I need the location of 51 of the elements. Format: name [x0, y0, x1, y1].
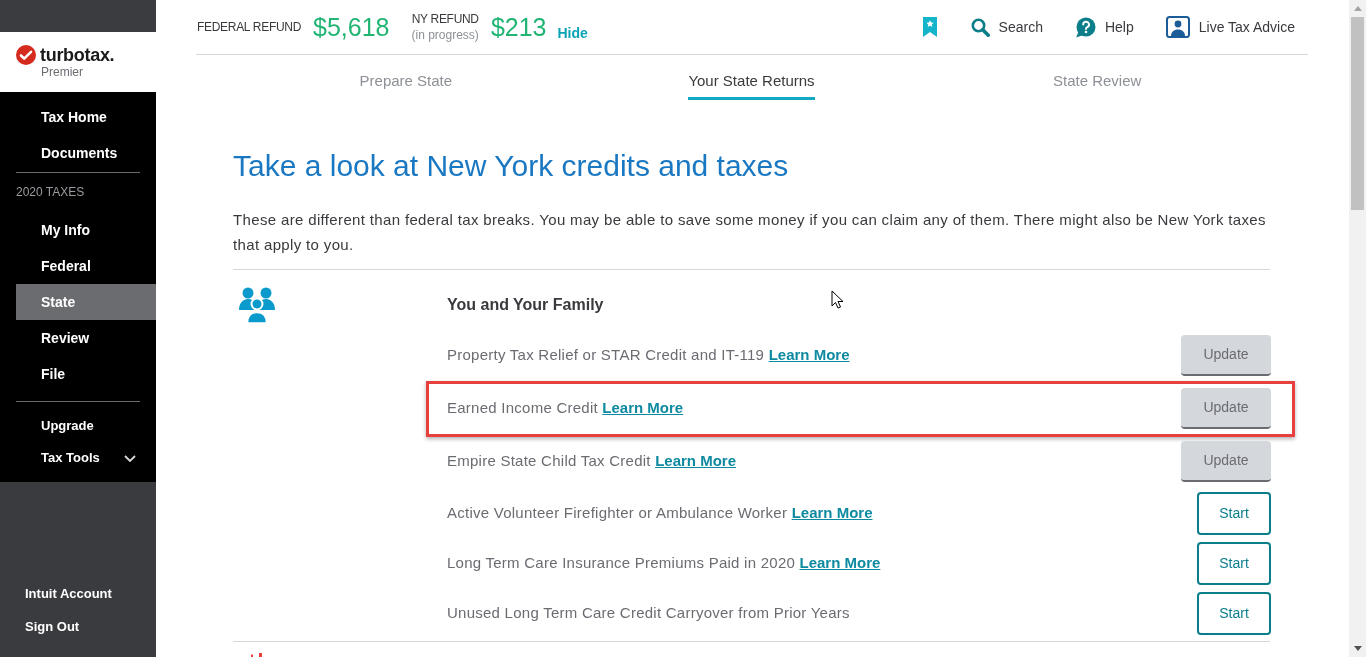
refund-amount: $5,618 — [313, 12, 390, 42]
section-title: You and Your Family — [447, 295, 604, 315]
account-link[interactable]: Sign Out — [25, 615, 80, 639]
learn-more-link[interactable]: Learn More — [799, 553, 881, 571]
learn-more-link[interactable]: Learn More — [602, 399, 684, 417]
mouse-cursor-icon — [831, 290, 844, 309]
scrollbar[interactable] — [1349, 0, 1366, 657]
intro-paragraph: These are different than federal tax breaks. You may be able to save some money if you can claim any of them. There might also be New York taxes that apply to you. — [233, 210, 1267, 255]
section-label: 2020 TAXES — [16, 184, 85, 201]
video-advisor-icon — [1165, 16, 1190, 38]
check-circle-logo-icon — [16, 45, 36, 65]
credit-item-text: Active Volunteer Firefighter or Ambulance Worker Learn More — [447, 502, 873, 523]
start-button[interactable]: Start — [1197, 491, 1271, 535]
edition-label: Premier — [41, 65, 83, 79]
update-button[interactable]: Update — [1181, 441, 1271, 482]
search-icon — [970, 17, 990, 37]
scroll-down-arrow-icon[interactable] — [1353, 646, 1362, 651]
step-tab[interactable]: State Review — [1052, 70, 1142, 100]
update-button[interactable]: Update — [1181, 388, 1271, 429]
learn-more-link[interactable]: Learn More — [791, 503, 873, 521]
credit-item-text: Property Tax Relief or STAR Credit and IT-119 Learn More — [447, 345, 850, 366]
brand-name: turbotax. — [40, 45, 115, 65]
people-group-icon — [238, 286, 276, 324]
bookmark-star-icon[interactable] — [922, 17, 937, 37]
nav-menu-button[interactable]: Tax Tools — [16, 442, 156, 474]
scroll-up-arrow-icon[interactable] — [1353, 6, 1362, 11]
update-button[interactable]: Update — [1181, 335, 1271, 376]
help-icon — [1074, 16, 1096, 38]
refund-label: FEDERAL REFUND — [197, 19, 302, 36]
scrollbar-thumb[interactable] — [1351, 17, 1364, 210]
hide-link[interactable]: Hide — [557, 22, 588, 44]
refund-amount: $213 — [490, 12, 547, 42]
refund-status: (in progress) — [411, 27, 479, 43]
credit-item-text: Empire State Child Tax Credit Learn More — [447, 451, 736, 472]
start-button[interactable]: Start — [1197, 591, 1271, 635]
page-title: Take a look at New York credits and taxes — [233, 148, 789, 184]
start-button[interactable]: Start — [1197, 541, 1271, 585]
credit-item-text: Earned Income Credit Learn More — [447, 398, 684, 419]
credit-item-text: Unused Long Term Care Credit Carryover from Prior Years — [447, 602, 850, 623]
step-tab[interactable]: Prepare State — [359, 70, 453, 100]
header-tool-link[interactable]: Live Tax Advice — [1165, 16, 1295, 38]
account-link[interactable]: Intuit Account — [25, 582, 112, 606]
nav-item[interactable]: State — [16, 284, 156, 320]
header-tool-link[interactable]: Search — [970, 16, 1043, 38]
refund-label: NY REFUND — [411, 11, 479, 27]
step-tab[interactable]: Your State Returns — [688, 70, 815, 100]
learn-more-link[interactable]: Learn More — [768, 346, 850, 364]
credit-item-text: Long Term Care Insurance Premiums Paid in 2020 Learn More — [447, 552, 881, 573]
nav-item[interactable]: Upgrade — [16, 410, 156, 442]
header-tool-link[interactable]: Help — [1074, 16, 1134, 38]
learn-more-link[interactable]: Learn More — [655, 452, 736, 470]
